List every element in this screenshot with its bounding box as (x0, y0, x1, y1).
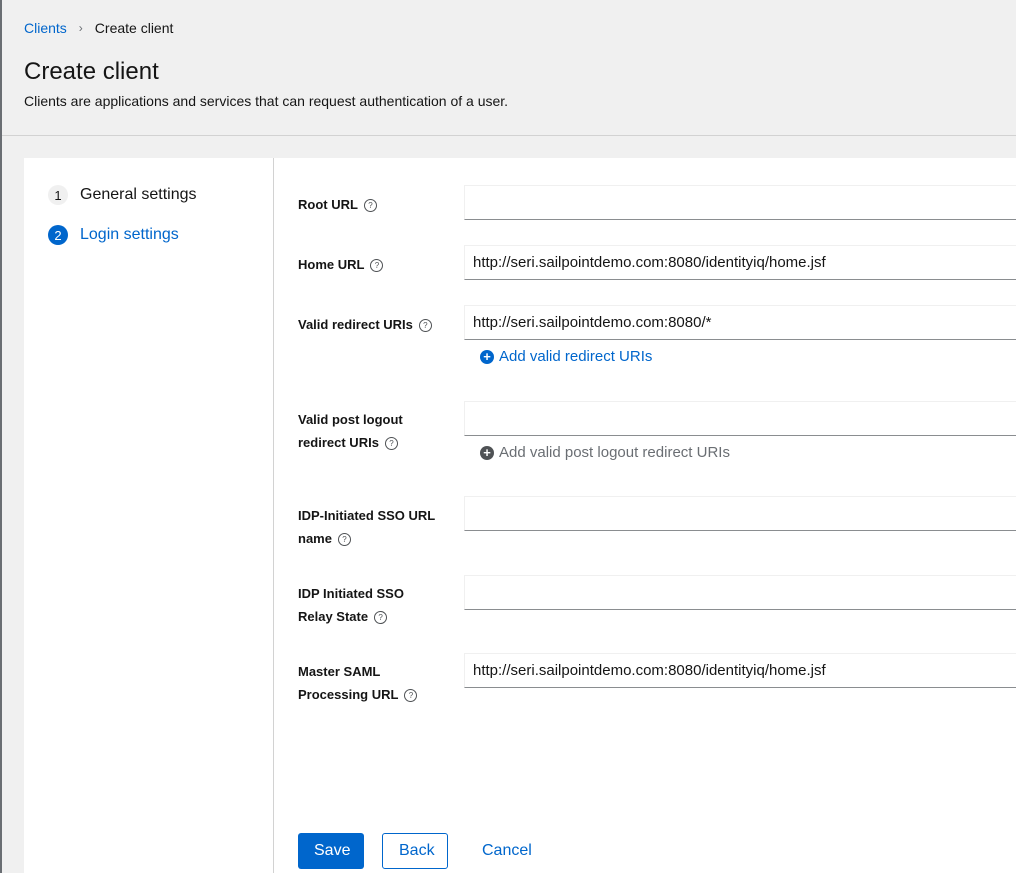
label-line-1: IDP-Initiated SSO URL (298, 508, 436, 523)
valid-redirect-uris-label: Valid redirect URIs? (298, 313, 458, 336)
home-url-label-text: Home URL (298, 257, 365, 272)
add-valid-redirect-uri-label: Add valid redirect URIs (499, 348, 653, 365)
valid-redirect-uris-label-text: Valid redirect URIs (298, 317, 413, 332)
step-number: 1 (48, 185, 68, 205)
wizard-step-login-settings[interactable]: 2 Login settings (48, 225, 179, 245)
idp-initiated-sso-url-name-label: IDP-Initiated SSO URL name? (298, 504, 458, 550)
question-circle-icon[interactable]: ? (337, 533, 351, 546)
back-button[interactable]: Back (382, 833, 448, 869)
valid-post-logout-redirect-uri-input[interactable] (464, 401, 1016, 436)
idp-initiated-sso-relay-state-input[interactable] (464, 575, 1016, 610)
label-line-1: Master SAML (298, 664, 381, 679)
question-circle-icon[interactable]: ? (418, 319, 432, 332)
question-circle-icon[interactable]: ? (363, 199, 377, 212)
breadcrumb-clients-link[interactable]: Clients (24, 20, 67, 36)
breadcrumb: Clients › Create client (24, 20, 173, 36)
add-post-logout-redirect-uri-label: Add valid post logout redirect URIs (499, 444, 730, 461)
wizard: 1 General settings 2 Login settings Root… (24, 158, 1016, 873)
root-url-input[interactable] (464, 185, 1016, 220)
step-label: General settings (80, 186, 197, 203)
label-line-2: name (298, 531, 332, 546)
valid-post-logout-redirect-uris-label: Valid post logout redirect URIs? (298, 408, 458, 454)
add-valid-redirect-uri-button[interactable]: + Add valid redirect URIs (480, 348, 652, 365)
add-valid-post-logout-redirect-uri-button[interactable]: + Add valid post logout redirect URIs (480, 444, 730, 461)
page-header: Clients › Create client Create client Cl… (2, 0, 1016, 136)
root-url-label-text: Root URL (298, 197, 358, 212)
master-saml-processing-url-label: Master SAML Processing URL? (298, 660, 458, 706)
question-circle-icon[interactable]: ? (404, 689, 418, 702)
save-button[interactable]: Save (298, 833, 364, 869)
wizard-step-general-settings[interactable]: 1 General settings (48, 185, 197, 205)
cancel-button[interactable]: Cancel (466, 833, 548, 869)
label-line-2: Relay State (298, 609, 369, 624)
label-line-2: redirect URIs (298, 435, 379, 450)
page-title: Create client (24, 58, 159, 85)
angle-right-icon: › (78, 21, 83, 35)
home-url-input[interactable] (464, 245, 1016, 280)
question-circle-icon[interactable]: ? (384, 437, 398, 450)
step-number: 2 (48, 225, 68, 245)
label-line-1: IDP Initiated SSO (298, 586, 404, 601)
wizard-nav: 1 General settings 2 Login settings (24, 158, 274, 873)
idp-initiated-sso-url-name-input[interactable] (464, 496, 1016, 531)
plus-circle-icon: + (480, 349, 494, 364)
plus-circle-icon: + (480, 445, 494, 460)
valid-redirect-uri-input[interactable] (464, 305, 1016, 340)
step-label: Login settings (80, 226, 179, 243)
breadcrumb-current: Create client (94, 20, 174, 36)
label-line-2: Processing URL (298, 687, 399, 702)
idp-initiated-sso-relay-state-label: IDP Initiated SSO Relay State? (298, 582, 458, 628)
question-circle-icon[interactable]: ? (370, 259, 384, 272)
label-line-1: Valid post logout (298, 412, 403, 427)
home-url-label: Home URL? (298, 253, 458, 276)
page-description: Clients are applications and services th… (24, 93, 509, 109)
question-circle-icon[interactable]: ? (374, 611, 388, 624)
master-saml-processing-url-input[interactable] (464, 653, 1016, 688)
root-url-label: Root URL? (298, 193, 458, 216)
